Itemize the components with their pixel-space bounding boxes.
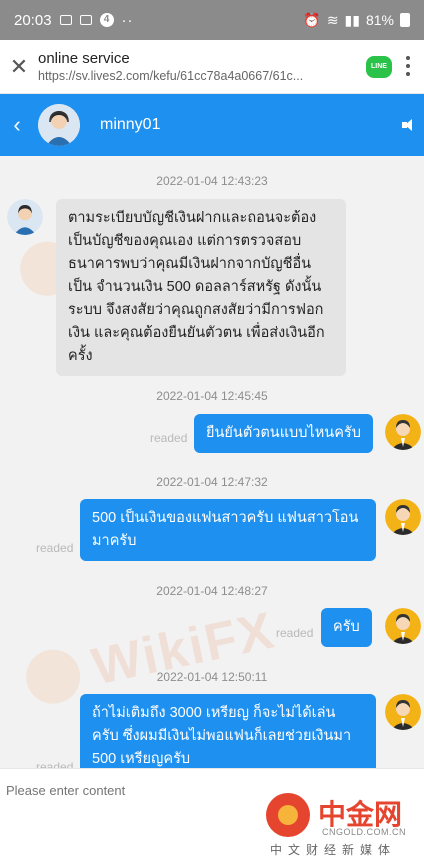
speaker-icon[interactable] [402,118,416,132]
battery-icon [400,13,410,27]
cngold-tagline: 中文财经新媒体 [270,843,397,857]
line-label: LINE [371,63,387,70]
message-list[interactable]: WikiFX WikiFX 2022-01-04 12:43:23 ตามระเ… [0,156,424,768]
message-timestamp: 2022-01-04 12:48:27 [156,584,268,598]
status-time: 20:03 [14,11,52,29]
contact-name: minny01 [100,116,161,133]
line-icon[interactable]: LINE [366,55,392,78]
agent-avatar [38,104,80,146]
back-icon[interactable]: ‹ [0,112,30,138]
wifi-icon: ≋ [326,11,339,28]
agent-avatar [7,199,43,235]
user-avatar [385,414,421,450]
alarm-icon: ⏰ [303,11,321,28]
composer-bar: 中金网 CNGOLD.COM.CN 中文财经新媒体 [0,768,424,865]
more-notifications: ·· [121,11,134,29]
message-bubble-incoming: ตามระเบียบบัญชีเงินฝากและถอนจะต้อง เป็นบ… [56,199,346,376]
read-status: readed [276,626,314,640]
message-bubble-outgoing: ถ้าไม่เติมถึง 3000 เหรียญ ก็จะไม่ได้เล่น… [80,694,376,768]
url-text: https://sv.lives2.com/kefu/61cc78a4a0667… [38,69,304,83]
browser-bar: ✕ online service https://sv.lives2.com/k… [0,40,424,94]
cngold-domain: CNGOLD.COM.CN [322,827,407,837]
read-status: readed [150,431,188,445]
signal-icon: ▮▮ [344,11,360,28]
message-bubble-outgoing: ยืนยันตัวตนแบบไหนครับ [194,414,373,453]
read-status: readed [36,760,74,768]
battery-percent: 81% [365,12,394,28]
status-bar: 20:03 4 ·· ⏰ ≋ ▮▮ 81% [0,0,424,40]
message-timestamp: 2022-01-04 12:43:23 [156,174,268,188]
message-timestamp: 2022-01-04 12:50:11 [156,670,268,684]
chat-header: ‹ minny01 [0,94,424,156]
message-timestamp: 2022-01-04 12:45:45 [156,389,268,403]
page-title: online service [38,50,130,67]
cngold-logo-icon [266,793,310,837]
close-icon[interactable]: ✕ [0,54,38,80]
url-box[interactable]: online service https://sv.lives2.com/kef… [38,50,366,83]
message-icon [79,15,92,25]
gallery-icon [59,15,72,25]
message-timestamp: 2022-01-04 12:47:32 [156,475,268,489]
user-avatar [385,499,421,535]
app-icon: 4 [99,13,114,27]
message-bubble-outgoing: 500 เป็นเงินของแฟนสาวครับ แฟนสาวโอน มาคร… [80,499,376,561]
read-status: readed [36,541,74,555]
message-bubble-outgoing: ครับ [321,608,372,647]
more-options-icon[interactable] [406,56,410,80]
user-avatar [385,608,421,644]
message-input[interactable] [6,783,306,798]
user-avatar [385,694,421,730]
